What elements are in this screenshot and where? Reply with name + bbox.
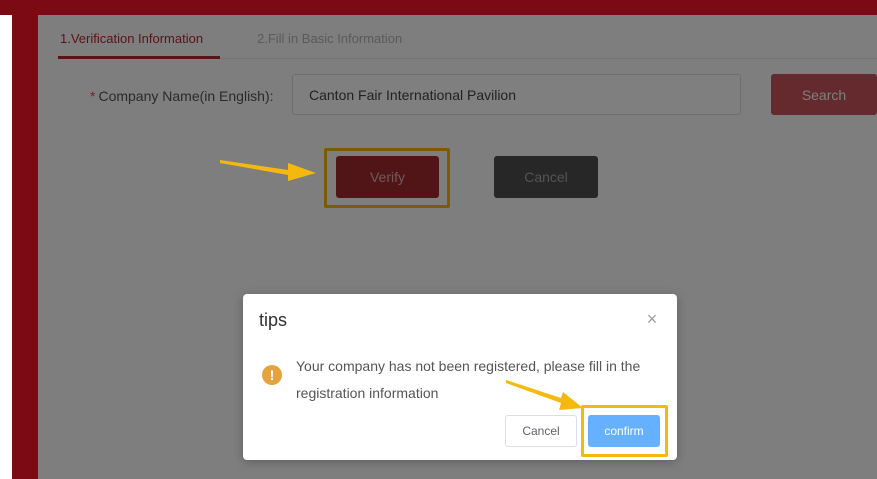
left-edge-strip [0,15,12,479]
top-header-bar [0,0,877,15]
dialog-confirm-button[interactable]: confirm [588,415,660,447]
dialog-title: tips [259,310,288,330]
arrow-to-confirm-icon [506,380,583,410]
dialog-message: Your company has not been registered, pl… [296,358,641,401]
arrow-to-verify-icon [220,160,316,181]
dialog-cancel-button[interactable]: Cancel [505,415,577,447]
tips-dialog: tips × ! Your company has not been regis… [243,294,677,460]
close-icon[interactable]: × [643,310,661,328]
warning-icon: ! [262,365,282,385]
